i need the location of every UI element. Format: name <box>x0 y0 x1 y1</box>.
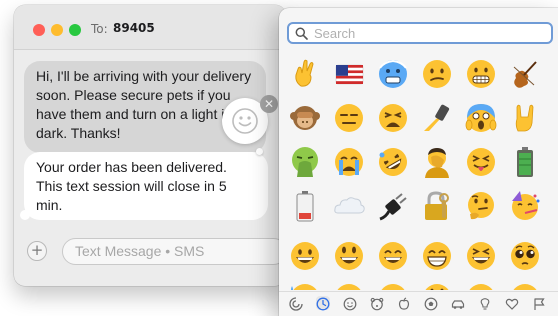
selfie-emoji[interactable] <box>417 98 457 138</box>
activity-ball-icon[interactable] <box>424 296 440 312</box>
food-drink-icon[interactable] <box>397 296 413 312</box>
battery-full-emoji[interactable] <box>505 142 545 182</box>
electric-plug-emoji[interactable] <box>373 186 413 226</box>
travel-car-icon[interactable] <box>451 296 467 312</box>
minimize-window-button[interactable] <box>51 24 63 36</box>
messages-window: To: 89405 Hi, I'll be arriving with your… <box>14 5 286 286</box>
confused-face-emoji[interactable] <box>417 54 457 94</box>
party-face-emoji[interactable] <box>505 186 545 226</box>
zoom-window-button[interactable] <box>69 24 81 36</box>
emoji-category-bar <box>289 292 551 316</box>
facepalm-person-emoji[interactable] <box>417 142 457 182</box>
vomiting-face-emoji[interactable] <box>285 142 325 182</box>
flags-icon[interactable] <box>532 296 548 312</box>
message-input[interactable]: Text Message • SMS <box>62 238 286 265</box>
violin-emoji[interactable] <box>505 54 545 94</box>
emoji-search-input[interactable] <box>314 24 544 42</box>
cold-face-emoji[interactable] <box>373 54 413 94</box>
weary-face-emoji[interactable] <box>373 98 413 138</box>
beaming-face-emoji[interactable] <box>417 236 457 276</box>
objects-bulb-icon[interactable] <box>478 296 494 312</box>
message-text: Your order has been delivered. This text… <box>36 159 227 213</box>
blush-face-emoji[interactable] <box>461 278 501 290</box>
recipient-label: To: <box>91 22 108 36</box>
see-no-evil-monkey-emoji[interactable] <box>285 98 325 138</box>
rock-on-hand-emoji[interactable] <box>505 98 545 138</box>
battery-low-emoji[interactable] <box>285 186 325 226</box>
close-icon[interactable]: ✕ <box>260 95 278 113</box>
screaming-face-emoji[interactable] <box>461 98 501 138</box>
recipient-value[interactable]: 89405 <box>113 21 155 35</box>
frequently-used-icon[interactable] <box>289 296 305 312</box>
smileys-people-icon[interactable] <box>343 296 359 312</box>
recent-clock-icon[interactable] <box>316 296 332 312</box>
symbols-heart-icon[interactable] <box>505 296 521 312</box>
tapback-tail-dot <box>256 148 263 155</box>
bubble-tail <box>20 210 30 220</box>
add-attachment-button[interactable]: + <box>27 241 47 261</box>
grinning-face-emoji[interactable] <box>285 236 325 276</box>
cloud-emoji[interactable] <box>329 186 369 226</box>
pleading-face-emoji[interactable] <box>505 236 545 276</box>
emoji-picker <box>279 8 558 316</box>
expressionless-face-emoji[interactable] <box>329 98 369 138</box>
rofl-face-emoji[interactable] <box>373 142 413 182</box>
message-bubble-received[interactable]: Your order has been delivered. This text… <box>24 152 268 220</box>
grin-face-emoji[interactable] <box>373 236 413 276</box>
locked-with-key-emoji[interactable] <box>417 186 457 226</box>
search-icon <box>295 27 308 40</box>
emoji-grid <box>285 54 555 290</box>
joy-face-emoji[interactable] <box>329 278 369 290</box>
squinting-tongue-face-emoji[interactable] <box>461 142 501 182</box>
slight-smile-face-emoji[interactable] <box>505 278 545 290</box>
close-window-button[interactable] <box>33 24 45 36</box>
smiley-face-emoji[interactable] <box>329 236 369 276</box>
us-flag-emoji[interactable] <box>329 54 369 94</box>
laughing-face-emoji[interactable] <box>461 236 501 276</box>
rofl-face-emoji[interactable] <box>373 278 413 290</box>
sweat-smile-face-emoji[interactable] <box>285 278 325 290</box>
thinking-face-emoji[interactable] <box>461 186 501 226</box>
emoji-search-box[interactable] <box>287 22 553 44</box>
animals-nature-icon[interactable] <box>370 296 386 312</box>
title-bar: To: 89405 <box>14 5 286 50</box>
crying-face-emoji[interactable] <box>329 142 369 182</box>
crossed-fingers-emoji[interactable] <box>285 54 325 94</box>
message-text: Hi, I'll be arriving with your delivery … <box>36 68 252 141</box>
smiley-face-icon <box>232 108 258 134</box>
grimacing-face-emoji[interactable] <box>461 54 501 94</box>
smiley-face-emoji[interactable] <box>417 278 457 290</box>
